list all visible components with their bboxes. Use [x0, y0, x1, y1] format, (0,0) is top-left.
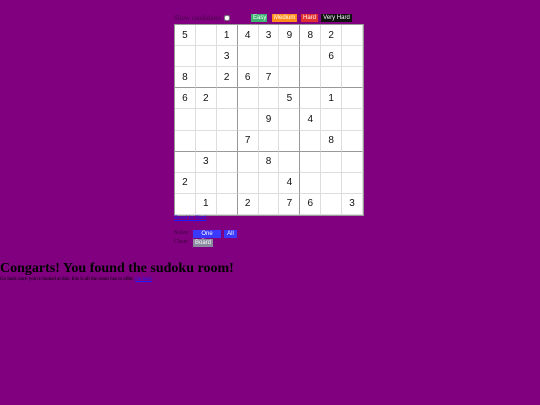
sudoku-cell[interactable]: [279, 130, 301, 152]
congrats-heading: Congarts! You found the sudoku room!: [0, 261, 234, 276]
sudoku-cell[interactable]: [321, 109, 343, 131]
sudoku-cell[interactable]: [321, 172, 343, 194]
sudoku-cell[interactable]: [342, 25, 363, 47]
sudoku-cell[interactable]: [258, 172, 280, 194]
sudoku-cell[interactable]: [175, 193, 196, 215]
sudoku-cell[interactable]: 3: [216, 46, 238, 68]
sudoku-cell[interactable]: [195, 67, 217, 89]
sudoku-cell[interactable]: [342, 172, 363, 194]
sudoku-cell[interactable]: [321, 193, 343, 215]
solve-all-button[interactable]: All: [224, 230, 237, 238]
sudoku-cell[interactable]: [300, 130, 322, 152]
sudoku-cell[interactable]: [216, 88, 238, 110]
sudoku-cell[interactable]: 3: [258, 25, 280, 47]
reset-to-start-link[interactable]: Reset to Start: [174, 215, 206, 221]
sudoku-cell[interactable]: [237, 151, 259, 173]
go-back-text: Go back once you're looked at this, this…: [0, 277, 134, 282]
sudoku-cell[interactable]: 5: [279, 88, 301, 110]
sudoku-cell[interactable]: [342, 46, 363, 68]
sudoku-cell[interactable]: 8: [258, 151, 280, 173]
sudoku-cell[interactable]: [258, 88, 280, 110]
sudoku-cell[interactable]: [258, 130, 280, 152]
difficulty-hard-button[interactable]: Hard: [301, 14, 318, 22]
sudoku-cell[interactable]: [237, 88, 259, 110]
sudoku-cell[interactable]: 1: [216, 25, 238, 47]
show-candidates-checkbox[interactable]: [224, 15, 231, 21]
sudoku-cell[interactable]: 7: [258, 67, 280, 89]
show-candidates-label: Show candidates: [174, 14, 222, 22]
sudoku-cell[interactable]: [216, 109, 238, 131]
sudoku-cell[interactable]: 4: [237, 25, 259, 47]
difficulty-easy-button[interactable]: Easy: [251, 14, 267, 22]
clear-board-button[interactable]: Board: [193, 239, 213, 247]
sudoku-cell[interactable]: 7: [279, 193, 301, 215]
sudoku-cell[interactable]: 6: [321, 46, 343, 68]
go-back-message: Go back once you're looked at this, this…: [0, 277, 152, 282]
sudoku-cell[interactable]: [216, 130, 238, 152]
sudoku-cell[interactable]: [216, 151, 238, 173]
difficulty-very-hard-button[interactable]: Very Hard: [321, 14, 352, 22]
difficulty-medium-button[interactable]: Medium: [272, 14, 297, 22]
sudoku-cell[interactable]: [300, 88, 322, 110]
solve-label: Solve:: [174, 230, 190, 236]
sudoku-cell[interactable]: [175, 46, 196, 68]
sudoku-cell[interactable]: [279, 46, 301, 68]
solve-one-step-button[interactable]: One Step: [193, 230, 221, 245]
sudoku-cell[interactable]: [195, 172, 217, 194]
sudoku-cell[interactable]: 9: [258, 109, 280, 131]
sudoku-cell[interactable]: [195, 109, 217, 131]
sudoku-cell[interactable]: 4: [279, 172, 301, 194]
sudoku-cell[interactable]: [279, 109, 301, 131]
sudoku-cell[interactable]: [321, 151, 343, 173]
sudoku-cell[interactable]: 6: [237, 67, 259, 89]
sudoku-cell[interactable]: 7: [237, 130, 259, 152]
sudoku-cell[interactable]: [342, 130, 363, 152]
sudoku-cell[interactable]: 1: [195, 193, 217, 215]
sudoku-cell[interactable]: [279, 67, 301, 89]
sudoku-cell[interactable]: [216, 193, 238, 215]
sudoku-cell[interactable]: [342, 67, 363, 89]
sudoku-cell[interactable]: 1: [321, 88, 343, 110]
sudoku-cell[interactable]: [175, 130, 196, 152]
sudoku-cell[interactable]: 6: [175, 88, 196, 110]
sudoku-cell[interactable]: [300, 151, 322, 173]
sudoku-board: 514398236826762519478382412763: [174, 24, 364, 216]
sudoku-cell[interactable]: [342, 151, 363, 173]
sudoku-cell[interactable]: 2: [216, 67, 238, 89]
sudoku-cell[interactable]: 8: [321, 130, 343, 152]
sudoku-cell[interactable]: [175, 151, 196, 173]
sudoku-cell[interactable]: [300, 67, 322, 89]
sudoku-cell[interactable]: [258, 193, 280, 215]
sudoku-cell[interactable]: 3: [342, 193, 363, 215]
sudoku-cell[interactable]: [195, 46, 217, 68]
sudoku-cell[interactable]: 2: [175, 172, 196, 194]
sudoku-cell[interactable]: [175, 109, 196, 131]
sudoku-cell[interactable]: 8: [175, 67, 196, 89]
sudoku-cell[interactable]: [342, 109, 363, 131]
sudoku-cell[interactable]: [300, 172, 322, 194]
sudoku-cell[interactable]: 5: [175, 25, 196, 47]
sudoku-cell[interactable]: [237, 46, 259, 68]
sudoku-cell[interactable]: 2: [195, 88, 217, 110]
sudoku-cell[interactable]: [258, 46, 280, 68]
sudoku-cell[interactable]: 8: [300, 25, 322, 47]
sudoku-cell[interactable]: 3: [195, 151, 217, 173]
sudoku-cell[interactable]: [237, 109, 259, 131]
sudoku-cell[interactable]: 2: [237, 193, 259, 215]
sudoku-cell[interactable]: [195, 25, 217, 47]
show-candidates-control: Show candidates: [174, 13, 231, 23]
sudoku-cell[interactable]: [237, 172, 259, 194]
sudoku-cell[interactable]: [279, 151, 301, 173]
sudoku-cell[interactable]: 9: [279, 25, 301, 47]
sudoku-cell[interactable]: [342, 88, 363, 110]
sudoku-cell[interactable]: 4: [300, 109, 322, 131]
sudoku-cell[interactable]: [195, 130, 217, 152]
sudoku-cell[interactable]: [300, 46, 322, 68]
go-back-link[interactable]: Go back: [135, 277, 152, 282]
clear-label: Clear:: [174, 239, 189, 245]
sudoku-cell[interactable]: [321, 67, 343, 89]
sudoku-cell[interactable]: [216, 172, 238, 194]
sudoku-cell[interactable]: 2: [321, 25, 343, 47]
sudoku-cell[interactable]: 6: [300, 193, 322, 215]
